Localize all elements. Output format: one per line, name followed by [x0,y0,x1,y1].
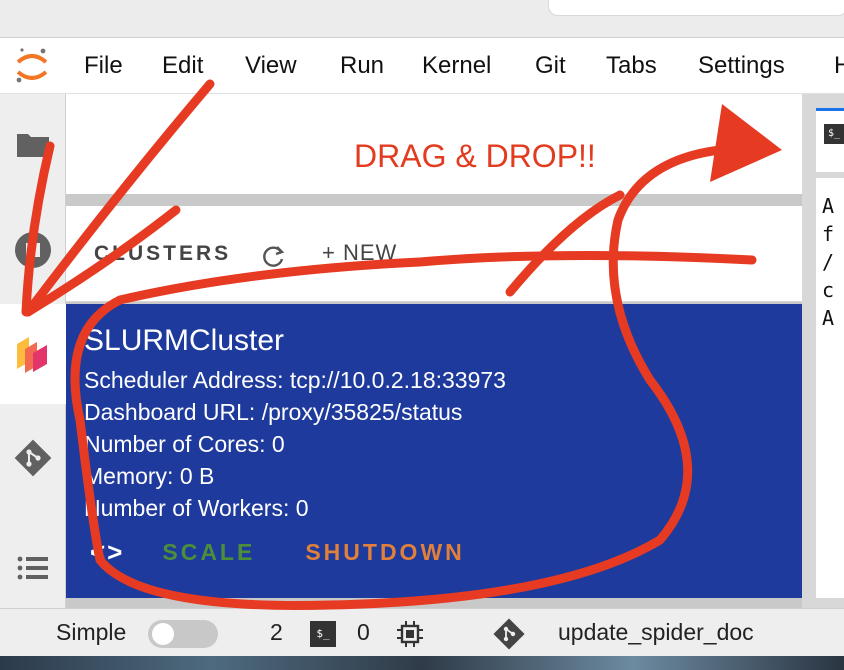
menu-edit[interactable]: Edit [162,52,203,80]
kernel-count: 0 [357,619,370,645]
toc-icon [17,556,48,580]
annotation-text: DRAG & DROP!! [354,138,596,174]
terminal-tab-icon: $_ [824,124,844,144]
running-icon [15,232,51,268]
cluster-actions: <> SCALE SHUTDOWN [90,534,465,570]
clusters-header: CLUSTERS + NEW [66,206,802,302]
scale-button[interactable]: SCALE [162,539,255,566]
scheduler-address: Scheduler Address: tcp://10.0.2.18:33973 [84,367,506,393]
menubar: File Edit View Run Kernel Git Tabs Setti… [0,38,844,94]
git-branch-icon[interactable] [492,617,526,651]
memory: Memory: 0 B [84,463,215,489]
terminal-panel: $_ A f / c A [802,94,844,608]
browser-chrome [0,0,844,38]
terminal-line: f [822,222,835,246]
activity-file-browser[interactable] [0,94,66,194]
folder-icon [17,134,49,157]
terminal-icon: $_ [310,621,336,647]
terminal-line: A [822,194,835,218]
number-of-cores: Number of Cores: 0 [84,431,285,457]
shutdown-button[interactable]: SHUTDOWN [305,539,464,566]
new-cluster-button[interactable]: + NEW [322,240,397,266]
activity-toc[interactable] [0,518,66,618]
simple-mode-label: Simple [56,619,127,645]
desktop-background [0,656,844,670]
cluster-card[interactable]: SLURMCluster Scheduler Address: tcp://10… [66,304,802,598]
terminal-line: / [822,250,835,274]
cluster-name: SLURMCluster [84,324,285,357]
menu-git[interactable]: Git [535,52,566,80]
git-icon [14,439,52,477]
number-of-workers: Number of Workers: 0 [84,495,309,521]
dashboard-url: Dashboard URL: /proxy/35825/status [84,399,463,425]
statusbar: Simple 2 $_ 0 update_spider_doc [0,608,844,656]
terminal-line: c [822,278,835,302]
terminal-count: 2 [270,619,283,645]
dask-panel: DRAG & DROP!! CLUSTERS + NEW SLURMCluste… [66,94,802,608]
git-branch-name[interactable]: update_spider_doc [558,619,754,646]
refresh-icon[interactable] [260,244,286,270]
activity-git[interactable] [0,408,66,508]
menu-settings[interactable]: Settings [698,52,785,80]
dask-dashboard-launcher: DRAG & DROP!! [66,94,802,194]
menu-help[interactable]: H [834,52,844,80]
activity-dask[interactable] [0,304,66,404]
dask-icon [17,337,47,373]
browser-address-bar[interactable] [548,0,844,16]
menu-file[interactable]: File [84,52,123,80]
kernel-chip-icon [397,621,423,647]
activity-bar [0,94,66,608]
simple-mode-toggle[interactable] [148,620,218,648]
menu-tabs[interactable]: Tabs [606,52,657,80]
clusters-title: CLUSTERS [94,242,232,265]
menu-kernel[interactable]: Kernel [422,52,491,80]
menu-run[interactable]: Run [340,52,384,80]
jupyter-logo-icon [16,48,48,83]
inject-code-button[interactable]: <> [90,537,124,568]
toggle-knob [152,623,174,645]
activity-running[interactable] [0,200,66,300]
menu-view[interactable]: View [245,52,297,80]
terminal-line: A [822,306,835,330]
